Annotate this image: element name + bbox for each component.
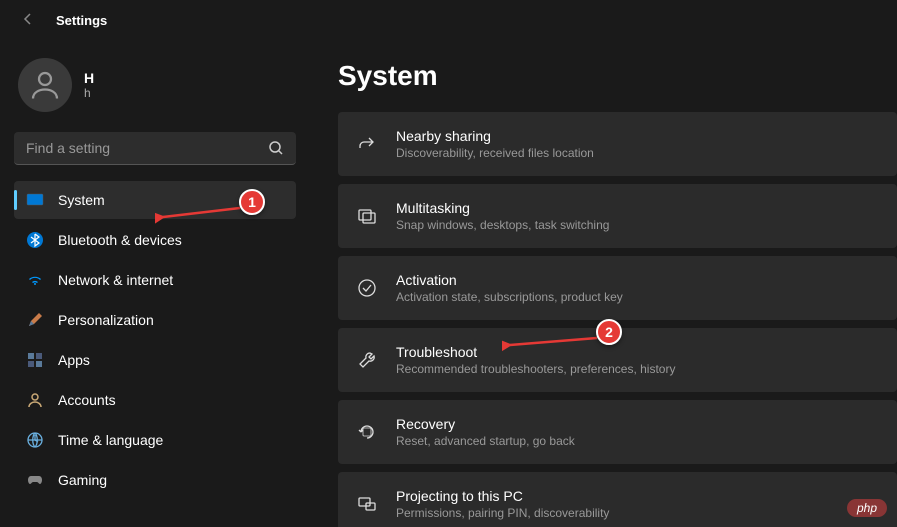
card-nearby-sharing[interactable]: Nearby sharing Discoverability, received…	[338, 112, 897, 176]
card-sub: Permissions, pairing PIN, discoverabilit…	[396, 506, 609, 520]
sidebar-item-apps[interactable]: Apps	[14, 341, 296, 379]
display-icon	[26, 191, 44, 209]
sidebar-item-label: Apps	[58, 352, 90, 368]
sidebar-item-label: Network & internet	[58, 272, 173, 288]
sidebar-item-label: System	[58, 192, 105, 208]
card-title: Multitasking	[396, 200, 609, 216]
page-title: System	[338, 60, 897, 92]
card-title: Projecting to this PC	[396, 488, 609, 504]
card-recovery[interactable]: Recovery Reset, advanced startup, go bac…	[338, 400, 897, 464]
user-sub: h	[84, 86, 94, 100]
card-projecting[interactable]: Projecting to this PC Permissions, pairi…	[338, 472, 897, 527]
sidebar-item-label: Time & language	[58, 432, 163, 448]
card-sub: Recommended troubleshooters, preferences…	[396, 362, 675, 376]
card-sub: Discoverability, received files location	[396, 146, 594, 160]
nav: System Bluetooth & devices Network & int…	[14, 181, 296, 499]
card-title: Activation	[396, 272, 623, 288]
sidebar-item-personalization[interactable]: Personalization	[14, 301, 296, 339]
search-icon	[268, 140, 284, 156]
back-button[interactable]	[16, 7, 40, 34]
sidebar-item-bluetooth[interactable]: Bluetooth & devices	[14, 221, 296, 259]
user-icon	[27, 67, 63, 103]
sidebar-item-accounts[interactable]: Accounts	[14, 381, 296, 419]
clock-globe-icon	[26, 431, 44, 449]
projecting-icon	[356, 493, 378, 515]
checkmark-circle-icon	[356, 277, 378, 299]
card-sub: Reset, advanced startup, go back	[396, 434, 575, 448]
watermark: php	[847, 499, 887, 517]
wifi-icon	[26, 271, 44, 289]
sidebar-item-label: Personalization	[58, 312, 154, 328]
search-box[interactable]	[14, 132, 296, 165]
titlebar: Settings	[0, 0, 897, 40]
card-multitasking[interactable]: Multitasking Snap windows, desktops, tas…	[338, 184, 897, 248]
user-name: H	[84, 70, 94, 86]
sidebar-item-label: Bluetooth & devices	[58, 232, 182, 248]
avatar	[18, 58, 72, 112]
sidebar-item-label: Gaming	[58, 472, 107, 488]
window-title: Settings	[56, 13, 107, 28]
main-content: System Nearby sharing Discoverability, r…	[310, 40, 897, 527]
back-arrow-icon	[20, 11, 36, 27]
share-icon	[356, 133, 378, 155]
wrench-icon	[356, 349, 378, 371]
card-title: Troubleshoot	[396, 344, 675, 360]
apps-icon	[26, 351, 44, 369]
card-title: Recovery	[396, 416, 575, 432]
search-input[interactable]	[26, 140, 268, 156]
card-troubleshoot[interactable]: Troubleshoot Recommended troubleshooters…	[338, 328, 897, 392]
sidebar-item-system[interactable]: System	[14, 181, 296, 219]
card-activation[interactable]: Activation Activation state, subscriptio…	[338, 256, 897, 320]
card-sub: Activation state, subscriptions, product…	[396, 290, 623, 304]
user-block[interactable]: H h	[14, 52, 296, 118]
recovery-icon	[356, 421, 378, 443]
card-title: Nearby sharing	[396, 128, 594, 144]
sidebar-item-time[interactable]: Time & language	[14, 421, 296, 459]
accounts-icon	[26, 391, 44, 409]
sidebar: H h System Bluetooth & devices	[0, 40, 310, 527]
sidebar-item-network[interactable]: Network & internet	[14, 261, 296, 299]
card-sub: Snap windows, desktops, task switching	[396, 218, 609, 232]
paintbrush-icon	[26, 311, 44, 329]
bluetooth-icon	[26, 231, 44, 249]
sidebar-item-label: Accounts	[58, 392, 116, 408]
multitasking-icon	[356, 205, 378, 227]
sidebar-item-gaming[interactable]: Gaming	[14, 461, 296, 499]
card-list: Nearby sharing Discoverability, received…	[338, 112, 897, 527]
gamepad-icon	[26, 471, 44, 489]
